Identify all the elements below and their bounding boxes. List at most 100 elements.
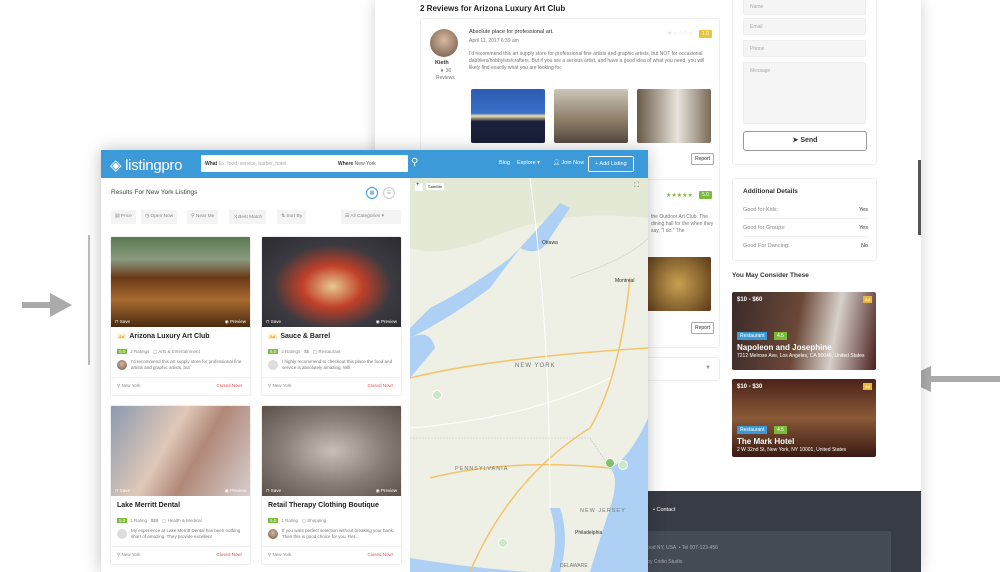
preview-button[interactable]: ◉ Preview	[225, 488, 246, 494]
open-status: Closed Now!	[367, 552, 393, 557]
footer-link-contact[interactable]: • Contact	[653, 507, 675, 513]
listing-card[interactable]: ⊓ Save ◉ Preview Ad Arizona Luxury Art Cl…	[110, 236, 251, 396]
nav-join[interactable]: 👤︎ Join Now	[553, 160, 584, 166]
layers-icon: ◈	[110, 157, 122, 174]
filter-price[interactable]: ▤ Price	[111, 210, 136, 224]
ratings-count: 1 Rating	[281, 518, 299, 523]
category-label[interactable]: Shopping	[307, 518, 326, 523]
review-photo[interactable]	[637, 89, 711, 143]
listing-title[interactable]: Ad Arizona Luxury Art Club	[117, 333, 210, 340]
review-stars: ★★★★★	[666, 193, 693, 199]
consider-card[interactable]: $10 - $60 Ad Restaurant 4.5 Napoleon and…	[732, 292, 876, 370]
footer-link-label: Contact	[656, 507, 676, 513]
email-input[interactable]: Email	[743, 18, 866, 35]
listing-card[interactable]: ⊓ Save ◉ Preview Lake Merritt Dental 5.0…	[110, 405, 251, 565]
detail-label: Good for Groups:	[743, 225, 786, 231]
reviewer-avatar	[430, 29, 458, 57]
save-button[interactable]: ⊓ Save	[266, 319, 281, 325]
listing-search-page: ◈ listingpro What Ex: food, service, bar…	[101, 150, 648, 572]
listing-title[interactable]: Ad Sauce & Barrel	[268, 333, 330, 340]
what-input[interactable]: Ex: food, service, barber, hotel	[219, 161, 287, 167]
review-photo[interactable]	[471, 89, 545, 143]
category-label[interactable]: Arts & Entertainment	[158, 349, 200, 354]
review-photo[interactable]	[646, 257, 711, 311]
scrollbar[interactable]	[918, 160, 921, 235]
listing-address: 2 W 32nd St, New York, NY 10001, United …	[737, 447, 847, 453]
category-label[interactable]: Restaurant	[318, 349, 340, 354]
listing-card[interactable]: ⊓ Save ◉ Preview Ad Sauce & Barrel 5.0 2 R…	[261, 236, 402, 396]
listing-image[interactable]	[262, 237, 401, 327]
review-photo[interactable]	[554, 89, 628, 143]
preview-button[interactable]: ◉ Preview	[225, 319, 246, 325]
results-title: Results For New York Listings	[111, 189, 198, 196]
preview-button[interactable]: ◉ Preview	[376, 488, 397, 494]
filter-near-me[interactable]: ⚲ Near Me	[187, 210, 219, 224]
listing-image[interactable]	[111, 237, 250, 327]
reviewer-avatar	[117, 360, 127, 370]
divider	[111, 377, 250, 378]
save-button[interactable]: ⊓ Save	[266, 488, 281, 494]
map-label: Philadelphia	[575, 530, 603, 536]
filter-open-now[interactable]: ◷ Open Now	[141, 210, 178, 224]
contact-form: Name Email Phone Message ➤ Send	[732, 0, 877, 165]
open-status: Closed Now!	[367, 383, 393, 388]
reviewer-count: ★ 36 Reviews	[436, 68, 455, 81]
listing-image[interactable]	[262, 406, 401, 496]
fullscreen-button[interactable]: ⛶	[634, 182, 639, 190]
search-icon[interactable]: ⚲	[411, 157, 418, 168]
ad-badge: Ad	[863, 383, 872, 390]
category-label[interactable]: Health & Medical	[168, 518, 202, 523]
message-textarea[interactable]: Message	[743, 62, 866, 124]
list-view-button[interactable]: ☰	[383, 187, 395, 199]
nav-explore[interactable]: Explore ▾	[517, 160, 540, 166]
categories-select[interactable]: ☰ All Categories ▾	[341, 210, 401, 224]
filter-label: Best Match	[238, 215, 263, 220]
logo[interactable]: ◈ listingpro	[110, 156, 182, 174]
filter-best-match[interactable]: ⤨ Best Match	[229, 210, 267, 224]
send-button[interactable]: ➤ Send	[743, 131, 867, 151]
listing-card[interactable]: ⊓ Save ◉ Preview Retail Therapy Clothing…	[261, 405, 402, 565]
consider-card[interactable]: $10 - $30 Ad Restaurant 4.5 The Mark Hot…	[732, 379, 876, 457]
phone-input[interactable]: Phone	[743, 40, 866, 57]
divider	[262, 377, 401, 378]
zoom-in-button[interactable]: +	[416, 182, 420, 188]
listing-image[interactable]	[111, 406, 250, 496]
where-input[interactable]: New York	[355, 161, 376, 167]
preview-button[interactable]: ◉ Preview	[376, 319, 397, 325]
report-button[interactable]: Report	[691, 153, 715, 165]
detail-label: Good For Dancing:	[743, 243, 790, 249]
reviews-title: 2 Reviews for Arizona Luxury Art Club	[420, 4, 566, 13]
save-button[interactable]: ⊓ Save	[115, 488, 130, 494]
report-button[interactable]: Report	[691, 322, 715, 334]
map-marker[interactable]	[498, 538, 508, 548]
satellite-toggle[interactable]: Satellite	[426, 183, 445, 190]
grid-view-button[interactable]: ▦	[366, 187, 378, 199]
listing-title[interactable]: Lake Merritt Dental	[117, 502, 180, 509]
what-label: What	[205, 161, 218, 167]
review-date: April 11, 2017 6:39 am	[469, 38, 519, 44]
listing-name: Sauce & Barrel	[280, 333, 331, 340]
user-icon: 👤︎	[553, 160, 560, 166]
reviewer-name[interactable]: Kieth	[435, 60, 449, 66]
review-count: 36	[445, 68, 452, 74]
listing-title[interactable]: Retail Therapy Clothing Boutique	[268, 502, 379, 509]
price-range: $10 - $60	[737, 297, 763, 303]
listing-location: ⚲ New York	[268, 552, 292, 557]
name-input[interactable]: Name	[743, 0, 866, 15]
rating-badge: 4.5	[774, 426, 787, 434]
map-marker[interactable]	[605, 458, 615, 468]
map[interactable]: + Satellite ⛶ NEW YORK PENNSYLVANIA NEW …	[410, 178, 648, 572]
category-badge: Restaurant	[737, 426, 768, 434]
filter-sort-by[interactable]: ⇅ Sort By	[277, 210, 307, 224]
nav-blog[interactable]: Blog	[499, 160, 510, 166]
ad-badge: Ad	[863, 296, 872, 303]
listing-meta: 5.0 2 Ratings $$ ▢ Restaurant	[268, 349, 341, 354]
save-label: Save	[270, 488, 282, 493]
save-button[interactable]: ⊓ Save	[115, 319, 130, 325]
map-marker[interactable]	[618, 460, 628, 470]
map-marker[interactable]	[432, 390, 442, 400]
add-listing-button[interactable]: + Add Listing	[588, 156, 634, 172]
detail-value: Yes	[859, 207, 868, 213]
chevron-down-icon: ▼	[705, 365, 711, 371]
review-stars: ★☆☆☆☆	[667, 31, 694, 37]
